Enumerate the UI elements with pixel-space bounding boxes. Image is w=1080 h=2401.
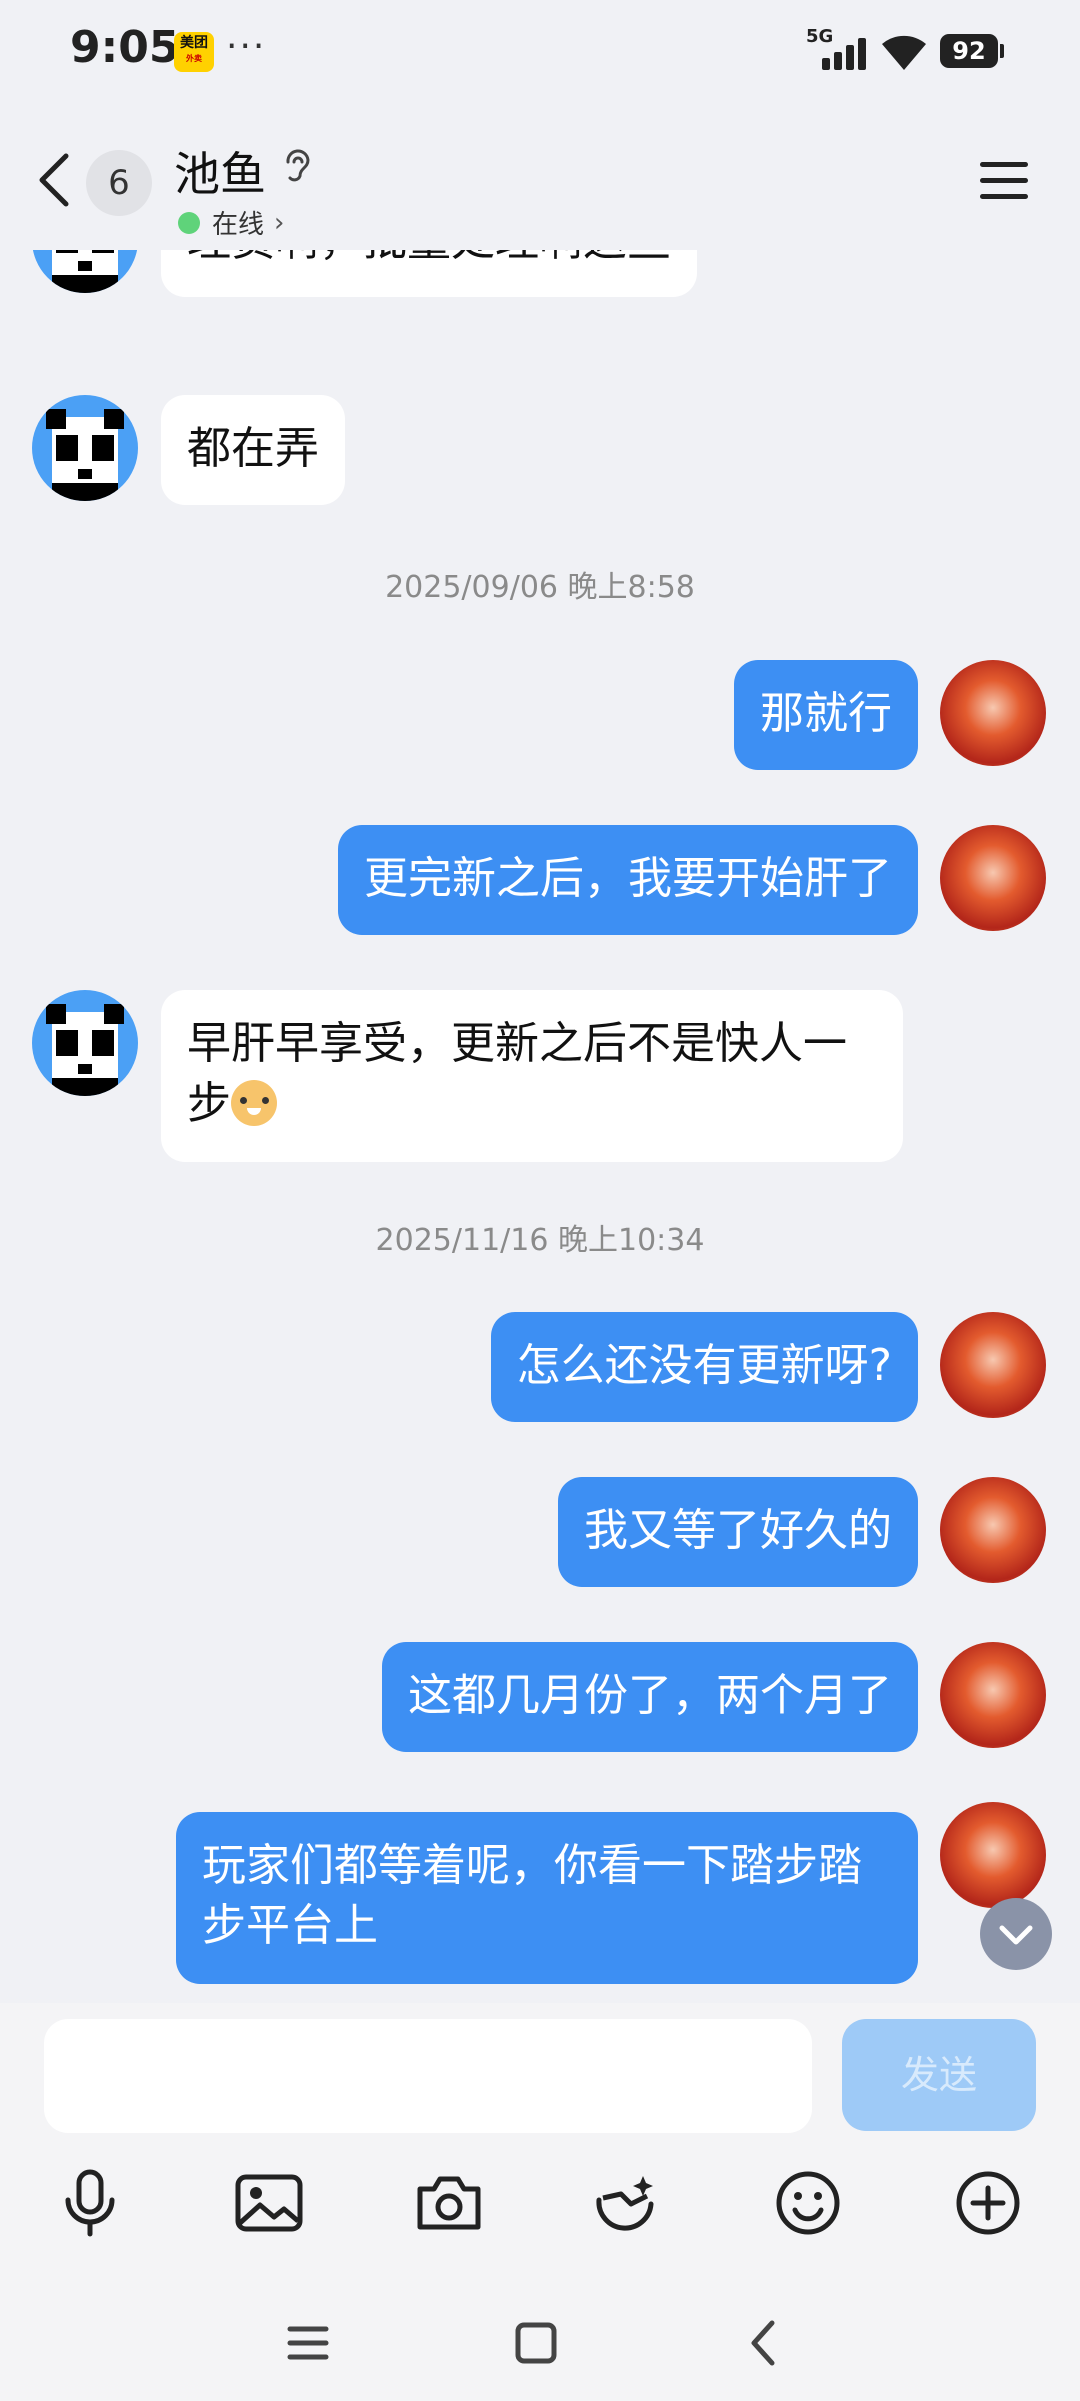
message-incoming: 早肝早享受，更新之后不是快人一 步 — [0, 990, 1080, 1170]
plus-icon — [956, 2171, 1020, 2235]
message-text-line2: 步 — [187, 1074, 877, 1134]
message-text-line1: 早肝早享受，更新之后不是快人一 — [187, 1018, 847, 1069]
signal-icon — [822, 36, 866, 70]
my-avatar[interactable] — [940, 1802, 1046, 1908]
emoji-button[interactable] — [768, 2163, 848, 2243]
battery-icon: 92 — [940, 34, 998, 68]
ear-icon[interactable] — [282, 146, 312, 186]
input-toolbar — [0, 2163, 1080, 2243]
status-time: 9:05 — [70, 22, 180, 73]
timestamp: 2025/11/16 晚上10:34 — [375, 1223, 705, 1258]
app-badge-sub: 外卖 — [186, 54, 202, 63]
more-notifications-icon: ··· — [226, 26, 267, 67]
microphone-button[interactable] — [50, 2163, 130, 2243]
message-outgoing: 这都几月份了，两个月了 — [0, 1642, 1080, 1762]
wifi-icon — [882, 35, 926, 70]
message-text-line1: 玩家们都等着呢，你看一下踏步踏 — [202, 1840, 862, 1891]
message-bubble[interactable]: 怎么还没有更新呀? — [490, 1312, 918, 1422]
chat-title[interactable]: 池鱼 — [174, 138, 266, 204]
chevron-down-icon — [999, 1925, 1033, 1945]
chevron-right-icon: › — [274, 207, 285, 238]
unread-count-badge[interactable]: 6 — [86, 150, 152, 216]
message-outgoing: 我又等了好久的 — [0, 1477, 1080, 1597]
panda-icon — [46, 409, 124, 501]
message-text-line2-text: 步 — [187, 1078, 231, 1129]
message-text: 那就行 — [760, 688, 892, 739]
contact-avatar[interactable] — [32, 395, 138, 501]
message-bubble[interactable]: 那就行 — [734, 660, 918, 770]
camera-button[interactable] — [409, 2163, 489, 2243]
online-dot-icon — [178, 211, 200, 234]
message-bubble[interactable]: 这都几月份了，两个月了 — [382, 1642, 918, 1752]
online-status-label: 在线 — [212, 210, 265, 240]
message-outgoing: 更完新之后，我要开始肝了 — [0, 825, 1080, 945]
message-outgoing: 玩家们都等着呢，你看一下踏步踏 步平台上 — [0, 1802, 1080, 1992]
menu-icon[interactable] — [980, 158, 1030, 202]
image-button[interactable] — [229, 2163, 309, 2243]
input-bar: 发送 — [0, 2003, 1080, 2401]
emoji-icon — [776, 2171, 840, 2235]
more-button[interactable] — [948, 2163, 1028, 2243]
panda-icon — [46, 1004, 124, 1096]
message-text: 更完新之后，我要开始肝了 — [364, 853, 892, 904]
system-navigation-bar — [0, 2293, 1080, 2393]
back-arrow-icon[interactable] — [34, 150, 74, 210]
camera-icon — [417, 2176, 481, 2230]
message-text-line2: 步平台上 — [202, 1900, 378, 1951]
message-outgoing: 那就行 — [0, 660, 1080, 780]
message-incoming: 理货啊，批量处理啊这些 — [0, 240, 1080, 315]
message-bubble[interactable]: 都在弄 — [161, 395, 345, 505]
recent-apps-icon[interactable] — [278, 2313, 338, 2373]
my-avatar[interactable] — [940, 1477, 1046, 1583]
message-text: 都在弄 — [187, 423, 319, 474]
my-avatar[interactable] — [940, 1312, 1046, 1418]
battery-level: 92 — [952, 37, 986, 65]
message-incoming: 都在弄 — [0, 395, 1080, 515]
status-bar: 9:05 美团 外卖 ··· 5G 92 — [0, 0, 1080, 100]
sticker-button[interactable] — [586, 2163, 666, 2243]
message-text: 我又等了好久的 — [584, 1505, 892, 1556]
image-icon — [235, 2174, 303, 2232]
microphone-icon — [65, 2169, 115, 2237]
message-bubble[interactable]: 早肝早享受，更新之后不是快人一 步 — [161, 990, 903, 1162]
chat-header: 6 池鱼 在线 › — [0, 100, 1080, 250]
message-bubble[interactable]: 我又等了好久的 — [558, 1477, 918, 1587]
message-bubble[interactable]: 更完新之后，我要开始肝了 — [338, 825, 918, 935]
dog-emoji-icon — [231, 1080, 277, 1126]
scroll-to-bottom-button[interactable] — [980, 1898, 1052, 1970]
sticker-icon — [596, 2176, 654, 2231]
message-outgoing: 怎么还没有更新呀? — [0, 1312, 1080, 1432]
timestamp: 2025/09/06 晚上8:58 — [385, 570, 695, 605]
app-badge-label: 美团 — [180, 35, 208, 51]
online-status[interactable]: 在线 › — [178, 204, 284, 241]
meituan-app-icon: 美团 外卖 — [174, 32, 214, 72]
home-icon[interactable] — [506, 2313, 566, 2373]
message-input[interactable] — [44, 2019, 812, 2133]
message-text: 这都几月份了，两个月了 — [408, 1670, 892, 1721]
battery-tip — [1000, 44, 1004, 58]
my-avatar[interactable] — [940, 660, 1046, 766]
message-list[interactable]: 理货啊，批量处理啊这些 都在弄 2025/09/06 晚上8:58 那就行 更完… — [0, 240, 1080, 2002]
message-text: 怎么还没有更新呀? — [516, 1340, 892, 1391]
message-bubble[interactable]: 玩家们都等着呢，你看一下踏步踏 步平台上 — [176, 1812, 918, 1984]
contact-avatar[interactable] — [32, 990, 138, 1096]
my-avatar[interactable] — [940, 1642, 1046, 1748]
my-avatar[interactable] — [940, 825, 1046, 931]
send-button[interactable]: 发送 — [842, 2019, 1036, 2131]
back-nav-icon[interactable] — [734, 2313, 794, 2373]
